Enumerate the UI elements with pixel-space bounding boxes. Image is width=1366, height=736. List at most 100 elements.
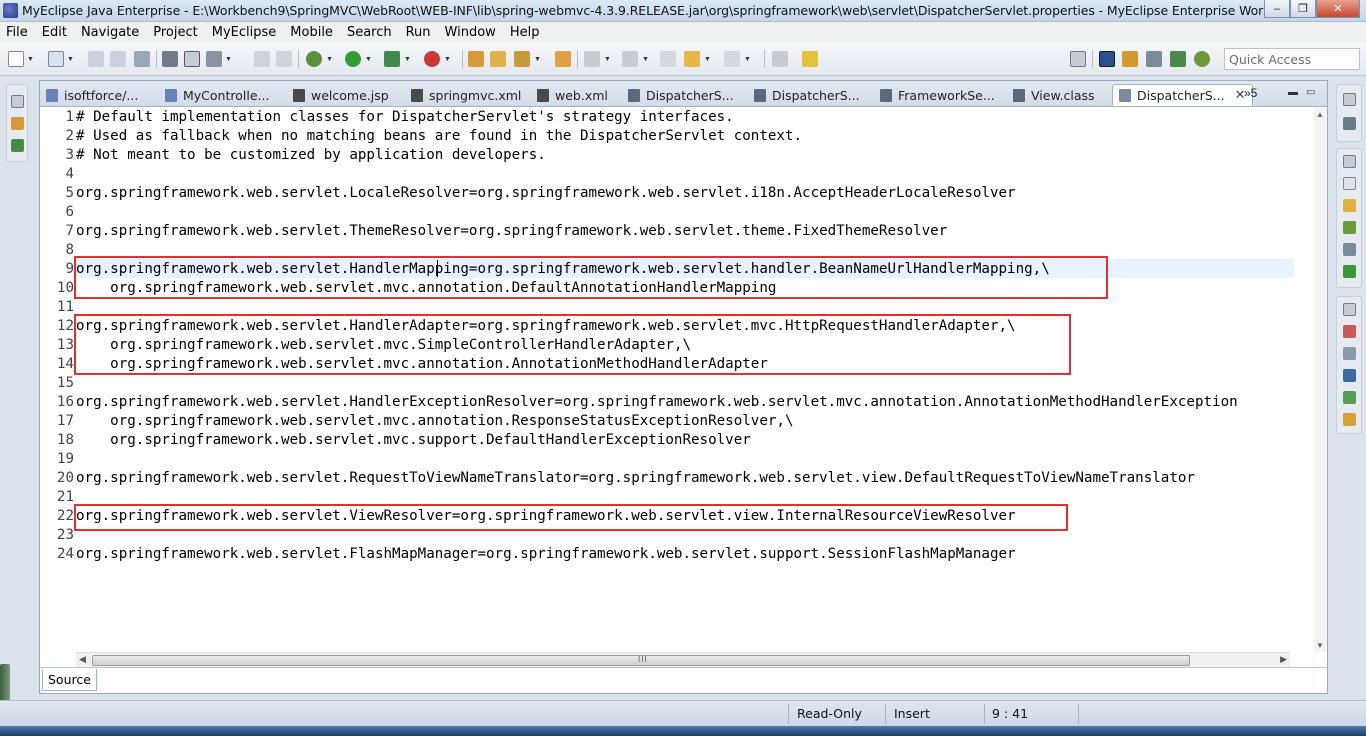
menu-mobile[interactable]: Mobile — [290, 25, 333, 40]
server-icon[interactable] — [424, 51, 440, 67]
scroll-up-icon[interactable]: ▲ — [1316, 110, 1324, 119]
restore-button[interactable]: ❐ — [1290, 0, 1316, 18]
search-dropdown-icon[interactable]: ▼ — [534, 56, 541, 63]
open-perspective-icon[interactable] — [1070, 51, 1086, 67]
save-all-icon[interactable] — [110, 51, 126, 67]
outline-icon[interactable] — [1343, 117, 1356, 130]
back-icon[interactable] — [684, 51, 700, 67]
restore-view-icon[interactable] — [1343, 93, 1356, 106]
minimize-button[interactable]: – — [1264, 0, 1290, 18]
database-perspective-icon[interactable] — [1146, 51, 1162, 67]
scroll-right-icon[interactable]: ▶ — [1280, 654, 1287, 665]
menu-help[interactable]: Help — [510, 25, 540, 40]
problems-icon[interactable] — [1343, 177, 1356, 190]
next-dropdown-icon[interactable]: ▼ — [604, 56, 611, 63]
quick-access-input[interactable]: Quick Access — [1224, 48, 1360, 70]
tab-dispatcherservlet-properties[interactable]: DispatcherS... ✕ — [1112, 84, 1253, 106]
console-icon[interactable] — [1343, 265, 1356, 278]
horizontal-scroll-thumb[interactable]: III — [92, 655, 1190, 666]
servers-icon[interactable] — [1343, 243, 1356, 256]
external-dropdown-icon[interactable]: ▼ — [404, 56, 411, 63]
tab-overflow-button[interactable]: »5 — [1244, 86, 1257, 100]
javadoc-icon[interactable] — [1343, 199, 1356, 212]
tab-mycontroller[interactable]: MyControlle... — [165, 84, 269, 106]
open-type-icon[interactable] — [162, 51, 178, 67]
wrench-dropdown-icon[interactable]: ▼ — [225, 56, 232, 63]
package-explorer-icon[interactable] — [11, 117, 24, 130]
debug-icon[interactable] — [306, 51, 322, 67]
tab-isoftforce[interactable]: isoftforce/... — [46, 84, 138, 106]
hierarchy-icon[interactable] — [11, 139, 24, 152]
properties-editor[interactable]: 1 # Default implementation classes for Di… — [40, 108, 1327, 652]
status-cursor-position: 9 : 41 — [992, 706, 1029, 721]
properties-view-icon[interactable] — [1343, 369, 1356, 382]
red-highlight-box-handleradapter — [74, 314, 1071, 375]
restore-view-icon[interactable] — [11, 95, 24, 108]
minimize-editor-icon[interactable]: ▬ — [1288, 87, 1298, 98]
menu-project[interactable]: Project — [153, 25, 197, 40]
line-number: 19 — [56, 451, 74, 467]
restore-view-icon[interactable] — [1343, 155, 1356, 168]
image-preview-icon[interactable] — [1343, 391, 1356, 404]
menu-myeclipse[interactable]: MyEclipse — [212, 25, 277, 40]
open-folder-icon[interactable] — [468, 51, 484, 67]
tab-welcome-jsp[interactable]: welcome.jsp — [293, 84, 389, 106]
brush-icon[interactable] — [276, 51, 292, 67]
server-dropdown-icon[interactable]: ▼ — [444, 56, 451, 63]
new-wizard-icon[interactable] — [48, 51, 64, 67]
back-dropdown-icon[interactable]: ▼ — [704, 56, 711, 63]
new-dropdown-icon[interactable]: ▼ — [27, 56, 34, 63]
pencil-icon[interactable] — [254, 51, 270, 67]
debug-dropdown-icon[interactable]: ▼ — [326, 56, 333, 63]
run-dropdown-icon[interactable]: ▼ — [365, 56, 372, 63]
menu-edit[interactable]: Edit — [42, 25, 67, 40]
tasks-icon[interactable] — [1343, 325, 1356, 338]
pin-editor-icon[interactable] — [772, 51, 788, 67]
menu-run[interactable]: Run — [406, 25, 431, 40]
forward-icon[interactable] — [724, 51, 740, 67]
palette-icon[interactable] — [1343, 413, 1356, 426]
forward-dropdown-icon[interactable]: ▼ — [744, 56, 751, 63]
tab-frameworkservlet[interactable]: FrameworkSe... — [880, 84, 995, 106]
run-icon[interactable] — [345, 51, 361, 67]
toggle-mark-icon[interactable] — [184, 51, 200, 67]
tab-view-class[interactable]: View.class — [1013, 84, 1095, 106]
new-file-icon[interactable] — [8, 51, 24, 67]
wrench-icon[interactable] — [206, 51, 222, 67]
horizontal-scrollbar[interactable]: ◀ III ▶ — [76, 652, 1290, 667]
prev-dropdown-icon[interactable]: ▼ — [642, 56, 649, 63]
last-edit-icon[interactable] — [660, 51, 676, 67]
tab-springmvc-xml[interactable]: springmvc.xml — [411, 84, 521, 106]
vertical-scrollbar[interactable]: ▲ ▼ — [1314, 108, 1327, 652]
team-perspective-icon[interactable] — [1170, 51, 1186, 67]
javaee-perspective-icon[interactable] — [1122, 51, 1138, 67]
open-project-icon[interactable] — [490, 51, 506, 67]
maximize-editor-icon[interactable]: ▭ — [1306, 87, 1315, 98]
annotation-icon[interactable] — [555, 51, 571, 67]
java-perspective-icon[interactable] — [1099, 51, 1115, 67]
wizard-dropdown-icon[interactable]: ▼ — [67, 56, 74, 63]
menu-navigate[interactable]: Navigate — [81, 25, 139, 40]
prev-annotation-icon[interactable] — [622, 51, 638, 67]
tab-dispatcherservlet-2[interactable]: DispatcherS... — [754, 84, 860, 106]
next-annotation-icon[interactable] — [584, 51, 600, 67]
source-tab[interactable]: Source — [42, 669, 97, 691]
highlight-icon[interactable] — [802, 51, 818, 67]
scroll-down-icon[interactable]: ▼ — [1316, 641, 1324, 650]
print-icon[interactable] — [134, 51, 150, 67]
tab-dispatcherservlet-1[interactable]: DispatcherS... — [628, 84, 734, 106]
restore-view-icon[interactable] — [1343, 303, 1356, 316]
close-button[interactable]: ✕ — [1316, 0, 1360, 18]
tab-web-xml[interactable]: web.xml — [537, 84, 608, 106]
search-tool-icon[interactable] — [514, 51, 530, 67]
menu-search[interactable]: Search — [347, 25, 392, 40]
scroll-left-icon[interactable]: ◀ — [79, 654, 86, 665]
debug-perspective-icon[interactable] — [1194, 51, 1210, 67]
snippets-icon[interactable] — [1343, 347, 1356, 360]
menu-file[interactable]: File — [6, 25, 28, 40]
run-external-icon[interactable] — [384, 51, 400, 67]
save-icon[interactable] — [88, 51, 104, 67]
line-number: 17 — [56, 413, 74, 429]
declaration-icon[interactable] — [1343, 221, 1356, 234]
menu-window[interactable]: Window — [445, 25, 496, 40]
